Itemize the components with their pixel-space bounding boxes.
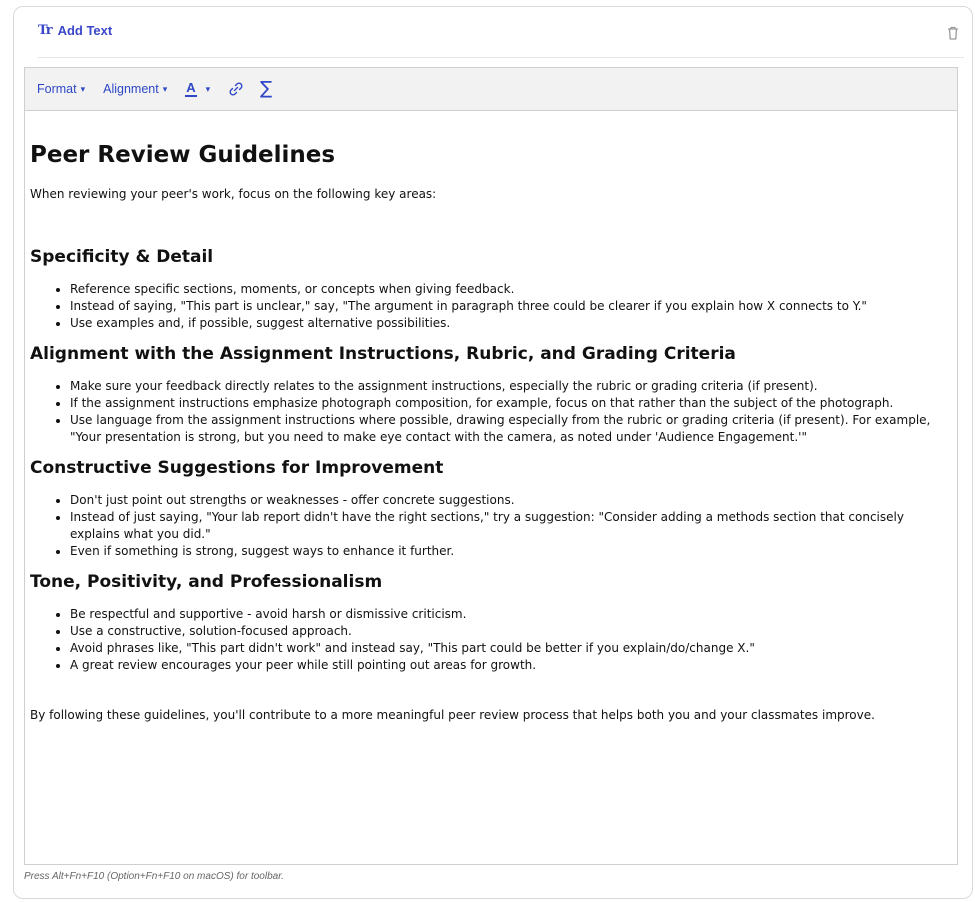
list-item: Instead of just saying, "Your lab report… xyxy=(70,509,957,543)
link-icon xyxy=(229,82,243,96)
toolbar-shortcut-hint: Press Alt+Fn+F10 (Option+Fn+F10 on macOS… xyxy=(24,871,284,882)
bullet-list: Don't just point out strengths or weakne… xyxy=(30,492,957,560)
closing-paragraph: By following these guidelines, you'll co… xyxy=(30,708,875,722)
chevron-down-icon: ▾ xyxy=(162,83,168,94)
trash-icon[interactable] xyxy=(946,25,960,41)
section-heading: Constructive Suggestions for Improvement xyxy=(30,458,444,478)
add-text-button[interactable]: Tr Add Text xyxy=(38,23,112,38)
add-text-label: Add Text xyxy=(57,23,113,38)
bullet-list: Reference specific sections, moments, or… xyxy=(30,281,957,332)
section-heading: Alignment with the Assignment Instructio… xyxy=(30,344,736,364)
bullet-list: Be respectful and supportive - avoid har… xyxy=(30,606,957,674)
list-item: A great review encourages your peer whil… xyxy=(70,657,957,674)
editor-toolbar: Format ▾ Alignment ▾ A ▾ ∑ xyxy=(25,68,957,111)
list-item: If the assignment instructions emphasize… xyxy=(70,395,957,412)
text-format-icon: Tr xyxy=(38,23,53,38)
list-item: Use language from the assignment instruc… xyxy=(70,412,957,446)
list-item: Don't just point out strengths or weakne… xyxy=(70,492,957,509)
list-item: Use examples and, if possible, suggest a… xyxy=(70,315,957,332)
intro-paragraph: When reviewing your peer's work, focus o… xyxy=(30,187,437,201)
insert-equation-button[interactable]: ∑ xyxy=(260,78,273,99)
list-item: Be respectful and supportive - avoid har… xyxy=(70,606,957,623)
section-heading: Specificity & Detail xyxy=(30,247,214,267)
list-item: Make sure your feedback directly relates… xyxy=(70,378,957,395)
chevron-down-icon: ▾ xyxy=(80,83,86,94)
list-item: Avoid phrases like, "This part didn't wo… xyxy=(70,640,957,657)
list-item: Instead of saying, "This part is unclear… xyxy=(70,298,957,315)
document-title: Peer Review Guidelines xyxy=(30,142,336,168)
editor-content[interactable]: Peer Review Guidelines When reviewing yo… xyxy=(25,141,957,723)
format-dropdown[interactable]: Format ▾ xyxy=(37,82,85,96)
chevron-down-icon: ▾ xyxy=(205,83,211,94)
header-divider xyxy=(38,57,964,58)
sigma-icon: ∑ xyxy=(260,78,273,99)
list-item: Use a constructive, solution-focused app… xyxy=(70,623,957,640)
card-header: Tr Add Text xyxy=(38,21,964,57)
alignment-dropdown[interactable]: Alignment ▾ xyxy=(103,82,167,96)
section-heading: Tone, Positivity, and Professionalism xyxy=(30,572,383,592)
insert-link-button[interactable] xyxy=(228,81,244,97)
bullet-list: Make sure your feedback directly relates… xyxy=(30,378,957,446)
list-item: Reference specific sections, moments, or… xyxy=(70,281,957,298)
text-color-icon: A xyxy=(185,80,197,97)
text-color-button[interactable]: A ▾ xyxy=(185,81,210,97)
format-label: Format xyxy=(37,82,77,96)
rich-text-editor[interactable]: Format ▾ Alignment ▾ A ▾ ∑ Peer Review G… xyxy=(24,67,958,865)
list-item: Even if something is strong, suggest way… xyxy=(70,543,957,560)
alignment-label: Alignment xyxy=(103,82,159,96)
